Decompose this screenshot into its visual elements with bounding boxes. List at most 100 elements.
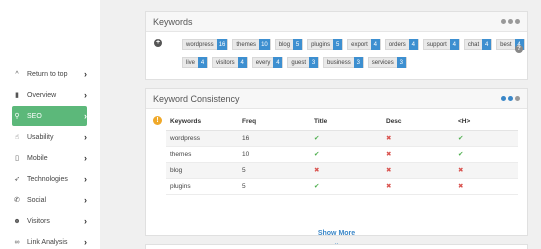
cross-icon: ✖ [458, 183, 464, 190]
sidebar-item-label: Overview [27, 91, 57, 99]
keyword-tag: business 3 [323, 57, 364, 68]
keyword-tag: wordpress 16 [182, 39, 229, 50]
cell-desc: ✖ [382, 146, 454, 163]
panel-options-icon[interactable] [501, 96, 520, 101]
sidebar-item-technologies[interactable]: ➶ Technologies › [12, 169, 87, 189]
sidebar-item-link-analysis[interactable]: ∞ Link Analysis › [12, 232, 88, 249]
cell-h: ✔ [454, 146, 518, 163]
thumbs-up-icon: ✆ [14, 197, 20, 204]
keyword-tag: blog 5 [274, 39, 304, 50]
cross-icon: ✖ [458, 167, 464, 174]
keyword-count-badge: 5 [333, 39, 343, 50]
cell-freq: 16 [238, 130, 310, 147]
sidebar-item-social[interactable]: ✆ Social › [12, 190, 87, 210]
search-icon: ⚲ [14, 113, 20, 120]
sidebar-item-mobile[interactable]: ▯ Mobile › [12, 148, 87, 168]
cross-icon: ✖ [386, 135, 392, 142]
col-header-title: Title [310, 113, 382, 131]
help-icon[interactable]: ? [515, 45, 523, 53]
sidebar-item-label: Return to top [27, 70, 68, 78]
keyword-count-badge: 10 [259, 39, 270, 50]
keyword-tag-name: guest [291, 59, 307, 66]
keyword-tag: orders 4 [384, 39, 419, 50]
sidebar-item-return-to-top[interactable]: ^ Return to top › [12, 64, 87, 84]
cell-title: ✔ [310, 178, 382, 195]
keyword-tag-name: support [426, 41, 447, 48]
sidebar: ^ Return to top › ▮ Overview › ⚲ SEO › ☝ Usability… [0, 0, 100, 249]
cell-title: ✔ [310, 130, 382, 147]
keyword-count-badge: 3 [396, 57, 406, 68]
next-panel [145, 244, 528, 249]
cell-h: ✖ [454, 178, 518, 195]
cell-h: ✖ [454, 162, 518, 179]
table-row: blog 5 ✖ ✖ ✖ [166, 162, 518, 179]
keyword-tag: themes 10 [232, 39, 271, 50]
rocket-icon: ➶ [14, 176, 20, 183]
chevron-right-icon: › [84, 90, 87, 100]
sidebar-item-label: Link Analysis [27, 238, 68, 246]
chevron-right-icon: › [84, 216, 87, 226]
warning-icon: ! [153, 116, 162, 125]
keyword-tag: live 4 [182, 57, 209, 68]
keyword-count-badge: 3 [309, 57, 319, 68]
sidebar-item-seo[interactable]: ⚲ SEO › [12, 106, 87, 126]
mobile-icon: ▯ [15, 155, 19, 162]
keyword-count-badge: 4 [273, 57, 283, 68]
col-header-keywords: Keywords [166, 113, 238, 131]
keyword-tag-name: chat [467, 41, 480, 48]
chevron-right-icon: › [84, 111, 87, 121]
link-icon: ∞ [14, 238, 20, 246]
keyword-tag: every 4 [251, 57, 284, 68]
chevron-right-icon: › [84, 174, 87, 184]
keyword-tag-name: export [351, 41, 368, 48]
keyword-consistency-title: Keyword Consistency [153, 93, 240, 104]
table-row: plugins 5 ✔ ✖ ✖ [166, 178, 518, 195]
keyword-tag: export 4 [347, 39, 381, 50]
keyword-tag: support 4 [422, 39, 460, 50]
sidebar-item-label: SEO [27, 112, 42, 120]
keyword-tag-name: visitors [216, 59, 235, 66]
keyword-tag-name: orders [388, 41, 406, 48]
cross-icon: ✖ [314, 167, 320, 174]
table-row: wordpress 16 ✔ ✖ ✔ [166, 130, 518, 147]
cell-keyword: themes [166, 146, 238, 163]
sidebar-item-label: Visitors [27, 217, 50, 225]
sidebar-item-overview[interactable]: ▮ Overview › [12, 85, 87, 105]
keyword-consistency-table: Keywords Freq Title Desc <H> wordpress 16… [166, 113, 518, 195]
keyword-tag: services 3 [367, 57, 407, 68]
col-header-desc: Desc [382, 113, 454, 131]
cross-icon: ✖ [386, 151, 392, 158]
table-header-row: Keywords Freq Title Desc <H> [166, 113, 518, 131]
keyword-count-badge: 3 [353, 57, 363, 68]
cell-title: ✖ [310, 162, 382, 179]
sidebar-item-label: Technologies [27, 175, 68, 183]
keyword-tag: plugins 5 [307, 39, 344, 50]
cell-desc: ✖ [382, 178, 454, 195]
keyword-tags-row-2: live 4 visitors 4 every 4 guest 3 business 3 servi… [182, 57, 407, 68]
keyword-tag-name: services [371, 59, 394, 66]
cell-keyword: wordpress [166, 130, 238, 147]
chevron-up-icon: ^ [15, 70, 19, 78]
check-icon: ✔ [314, 135, 320, 142]
keyword-count-badge: 4 [237, 57, 247, 68]
col-header-freq: Freq [238, 113, 310, 131]
show-more-link[interactable]: Show More [146, 230, 527, 237]
cross-icon: ✖ [386, 183, 392, 190]
cell-h: ✔ [454, 130, 518, 147]
keyword-consistency-header: Keyword Consistency [146, 89, 527, 109]
keywords-panel: Keywords + wordpress 16 themes 10 blog 5 plugi… [145, 11, 528, 80]
keyword-count-badge: 4 [408, 39, 418, 50]
sidebar-item-usability[interactable]: ☝ Usability › [12, 127, 87, 147]
plus-circle-icon[interactable]: + [154, 39, 162, 47]
table-row: themes 10 ✔ ✖ ✔ [166, 146, 518, 163]
col-header-h: <H> [454, 113, 518, 131]
sidebar-item-visitors[interactable]: ☻ Visitors › [12, 211, 87, 231]
keywords-title: Keywords [153, 16, 193, 27]
chevron-right-icon: › [84, 132, 87, 142]
keyword-tag-name: best [500, 41, 512, 48]
keyword-count-badge: 4 [370, 39, 380, 50]
cell-desc: ✖ [382, 130, 454, 147]
check-icon: ✔ [314, 183, 320, 190]
panel-options-icon[interactable] [501, 19, 520, 24]
chevron-right-icon: › [84, 69, 87, 79]
